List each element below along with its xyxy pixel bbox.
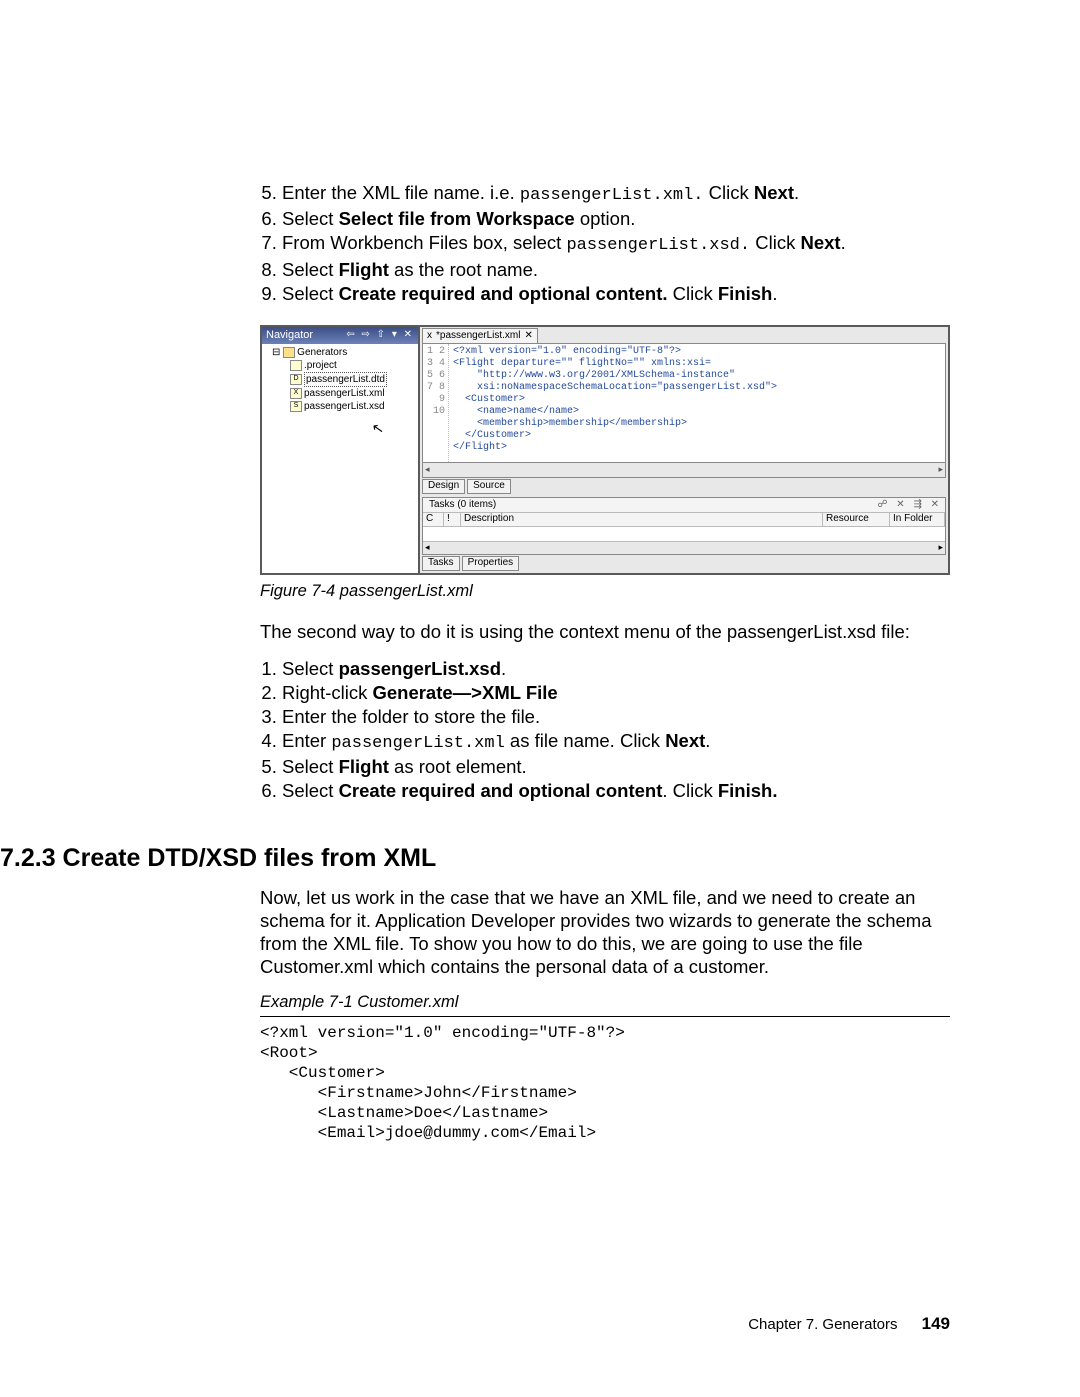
col-resource[interactable]: Resource <box>823 513 890 526</box>
text: . <box>794 182 799 203</box>
step-8: Select Flight as the root name. <box>282 258 950 281</box>
text: . <box>772 283 777 304</box>
editor-panel: x *passengerList.xml ✕ 1 2 3 4 5 6 7 8 9… <box>420 327 948 573</box>
text: Click <box>668 283 718 304</box>
code: passengerList.xsd. <box>566 236 750 255</box>
bold: Create required and optional content. <box>339 283 668 304</box>
navigator-panel: Navigator ⇦ ⇨ ⇧ ▾ ✕ ⊟ Generators .projec… <box>262 327 420 573</box>
lower-tabs: Tasks Properties <box>422 556 946 571</box>
step: Select Create required and optional cont… <box>282 779 950 802</box>
editor-bottom-tabs: Design Source <box>422 478 946 495</box>
step-5: Enter the XML file name. i.e. passengerL… <box>282 181 950 206</box>
text: . <box>841 232 846 253</box>
tree-item[interactable]: .project <box>304 360 337 371</box>
page: Enter the XML file name. i.e. passengerL… <box>0 0 1080 1397</box>
col-description[interactable]: Description <box>461 513 823 526</box>
tree-item-selected[interactable]: passengerList.dtd <box>304 372 387 387</box>
navigator-toolbar[interactable]: ⇦ ⇨ ⇧ ▾ ✕ <box>346 329 414 342</box>
ide-screenshot: Navigator ⇦ ⇨ ⇧ ▾ ✕ ⊟ Generators .projec… <box>260 325 950 575</box>
tab-tasks[interactable]: Tasks <box>422 556 460 571</box>
code-editor[interactable]: 1 2 3 4 5 6 7 8 9 10 <?xml version="1.0"… <box>422 343 946 463</box>
col-folder[interactable]: In Folder <box>890 513 945 526</box>
steps-list-1: Enter the XML file name. i.e. passengerL… <box>260 181 950 305</box>
step: Right-click Generate—>XML File <box>282 681 950 704</box>
text: Select <box>282 208 339 229</box>
editor-tab[interactable]: x *passengerList.xml ✕ <box>422 328 538 343</box>
tasks-panel: Tasks (0 items) ☍ ✕ ⇶ ✕ C ! Description … <box>422 497 946 555</box>
paragraph: The second way to do it is using the con… <box>260 620 950 643</box>
text: Click <box>750 232 800 253</box>
paragraph: Now, let us work in the case that we hav… <box>260 886 950 979</box>
file-icon: D <box>290 374 302 385</box>
file-icon: S <box>290 401 302 412</box>
bold: Flight <box>339 259 389 280</box>
figure-caption: Figure 7-4 passengerList.xml <box>260 581 950 602</box>
tasks-title: Tasks (0 items) <box>426 499 496 512</box>
example-caption: Example 7-1 Customer.xml <box>260 992 950 1017</box>
xml-file-icon: x <box>427 330 432 343</box>
text: option. <box>575 208 636 229</box>
tab-design[interactable]: Design <box>422 479 465 494</box>
col-priority[interactable]: ! <box>444 513 461 526</box>
cursor-icon: ↖ <box>371 421 385 436</box>
bold: Next <box>754 182 794 203</box>
bold: Next <box>800 232 840 253</box>
tab-label: *passengerList.xml <box>436 330 520 343</box>
tasks-scrollbar[interactable]: ◂▸ <box>423 541 945 554</box>
footer-text: Chapter 7. Generators <box>748 1316 897 1333</box>
steps-list-2: Select passengerList.xsd. Right-click Ge… <box>260 657 950 803</box>
step: Enter the folder to store the file. <box>282 705 950 728</box>
line-gutter: 1 2 3 4 5 6 7 8 9 10 <box>423 344 449 462</box>
page-number: 149 <box>922 1314 950 1333</box>
col-c[interactable]: C <box>423 513 444 526</box>
file-icon: X <box>290 388 302 399</box>
h-scrollbar[interactable]: ◂▸ <box>422 463 946 478</box>
text: Select <box>282 259 339 280</box>
bold: Finish <box>718 283 772 304</box>
tasks-columns: C ! Description Resource In Folder <box>423 513 945 527</box>
close-icon[interactable]: ✕ <box>524 330 532 343</box>
navigator-tree[interactable]: ⊟ Generators .project DpassengerList.dtd… <box>262 344 418 573</box>
section-heading: 7.2.3 Create DTD/XSD files from XML <box>0 843 950 874</box>
folder-icon <box>283 347 295 358</box>
tasks-toolbar[interactable]: ☍ ✕ ⇶ ✕ <box>877 499 942 512</box>
step-9: Select Create required and optional cont… <box>282 282 950 305</box>
editor-tabbar: x *passengerList.xml ✕ <box>420 327 948 343</box>
step: Enter passengerList.xml as file name. Cl… <box>282 729 950 754</box>
navigator-title: Navigator <box>266 329 313 343</box>
navigator-titlebar: Navigator ⇦ ⇨ ⇧ ▾ ✕ <box>262 327 418 344</box>
tasks-body: ◂▸ <box>423 527 945 554</box>
tab-properties[interactable]: Properties <box>462 556 520 571</box>
step-6: Select Select file from Workspace option… <box>282 207 950 230</box>
content-column: Enter the XML file name. i.e. passengerL… <box>260 181 950 803</box>
text: From Workbench Files box, select <box>282 232 566 253</box>
content-column: Now, let us work in the case that we hav… <box>260 886 950 1143</box>
text: Select <box>282 283 339 304</box>
page-footer: Chapter 7. Generators 149 <box>748 1313 950 1335</box>
bold: Select file from Workspace <box>339 208 575 229</box>
text: Enter the XML file name. i.e. <box>282 182 520 203</box>
step: Select Flight as root element. <box>282 755 950 778</box>
tree-item[interactable]: passengerList.xsd <box>304 401 385 412</box>
tree-root[interactable]: Generators <box>297 347 347 358</box>
text: as the root name. <box>389 259 538 280</box>
file-icon <box>290 360 302 371</box>
step-7: From Workbench Files box, select passeng… <box>282 231 950 256</box>
code: passengerList.xml. <box>520 186 704 205</box>
tree-item[interactable]: passengerList.xml <box>304 388 385 399</box>
code-sample: <?xml version="1.0" encoding="UTF-8"?> <… <box>260 1023 950 1143</box>
text: Click <box>704 182 754 203</box>
code-content[interactable]: <?xml version="1.0" encoding="UTF-8"?> <… <box>449 344 781 462</box>
step: Select passengerList.xsd. <box>282 657 950 680</box>
tab-source[interactable]: Source <box>467 479 511 494</box>
